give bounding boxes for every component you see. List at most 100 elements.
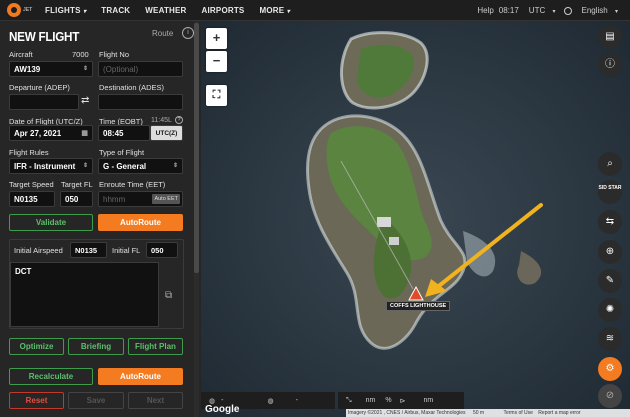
logo-icon bbox=[7, 3, 21, 17]
ruler-icon[interactable]: ✎ bbox=[598, 269, 622, 293]
unit-nm-2: nm bbox=[423, 397, 434, 404]
flightno-input[interactable]: (Optional) bbox=[98, 61, 183, 77]
ifl-label: Initial FL bbox=[112, 246, 141, 255]
top-right-controls: Help 08:17 UTC ▾ English ▾ bbox=[472, 0, 618, 21]
timezone-select[interactable]: UTC ▾ bbox=[524, 6, 556, 15]
app-logo[interactable]: JET bbox=[7, 3, 45, 17]
eet-input[interactable]: hhmm Auto EET bbox=[98, 191, 183, 207]
chevron-down-icon: ▾ bbox=[286, 8, 290, 15]
terms-link[interactable]: Terms of Use bbox=[503, 410, 532, 416]
help-link[interactable]: Help bbox=[477, 6, 493, 15]
route-textarea[interactable]: DCT bbox=[10, 262, 159, 327]
ades-input[interactable] bbox=[98, 94, 183, 110]
aircraft-label: Aircraft bbox=[9, 50, 33, 59]
settings-icon[interactable]: ⚙ bbox=[598, 357, 622, 381]
scrollbar-thumb[interactable] bbox=[194, 23, 199, 273]
info-icon[interactable]: i bbox=[182, 27, 194, 39]
rules-label: Flight Rules bbox=[9, 148, 49, 157]
zoom-in-button[interactable]: + bbox=[206, 28, 227, 49]
briefing-button[interactable]: Briefing bbox=[68, 338, 124, 355]
calendar-icon[interactable]: ▦ bbox=[81, 129, 88, 137]
auto-eet-button[interactable]: Auto EET bbox=[152, 194, 180, 204]
satellite-imagery bbox=[201, 21, 630, 417]
lighthouse-label[interactable]: COFFS LIGHTHOUSE bbox=[386, 301, 451, 311]
visibility-off-icon[interactable]: ⊘ bbox=[598, 384, 622, 408]
route-toggle-icon[interactable]: ⇆ bbox=[598, 210, 622, 234]
coord-dash-1: - bbox=[221, 397, 224, 404]
google-logo: Google bbox=[205, 404, 240, 415]
measure-icon[interactable]: ⤡ bbox=[346, 397, 352, 405]
nav-flights[interactable]: FLIGHTS ▾ bbox=[45, 6, 86, 15]
help-icon[interactable]: ? bbox=[175, 116, 183, 124]
autoroute-button[interactable]: AutoRoute bbox=[98, 214, 183, 231]
chevron-down-icon: ▾ bbox=[552, 9, 556, 15]
scale-bar: 50 m bbox=[472, 410, 485, 416]
date-input[interactable]: Apr 27, 2021 ▦ bbox=[9, 125, 93, 141]
aircraft-select[interactable]: AW139 bbox=[9, 61, 93, 77]
reset-button[interactable]: Reset bbox=[9, 392, 64, 409]
search-icon[interactable]: ⌕ bbox=[598, 152, 622, 176]
sid-star-button[interactable]: SID STAR bbox=[598, 180, 622, 204]
ades-label: Destination (ADES) bbox=[99, 83, 165, 92]
fl-input[interactable]: 050 bbox=[60, 191, 93, 207]
route-link[interactable]: Route bbox=[152, 29, 173, 38]
validate-button[interactable]: Validate bbox=[9, 214, 93, 231]
chevron-down-icon: ▾ bbox=[83, 8, 87, 15]
building-shape bbox=[389, 237, 399, 245]
next-button[interactable]: Next bbox=[128, 392, 183, 409]
speed-input[interactable]: N0135 bbox=[9, 191, 55, 207]
chevron-down-icon: ▾ bbox=[614, 9, 618, 15]
autoroute-button-2[interactable]: AutoRoute bbox=[98, 368, 183, 385]
map-bottom-bar-right: ⤡ nm % ⊳ nm bbox=[338, 392, 464, 409]
imagery-credit: Imagery ©2021 , CNES / Airbus, Maxar Tec… bbox=[348, 410, 466, 416]
logo-text: JET bbox=[23, 7, 33, 13]
layers-icon[interactable]: ≋ bbox=[598, 327, 622, 351]
time-input[interactable]: 08:45 bbox=[98, 125, 150, 141]
adep-label: Departure (ADEP) bbox=[9, 83, 70, 92]
speed-label: Target Speed bbox=[9, 180, 54, 189]
coord-dash-2: - bbox=[295, 397, 298, 404]
flightno-label: Flight No bbox=[99, 50, 130, 59]
flight-rules-select[interactable]: IFR - Instrument bbox=[9, 158, 93, 174]
globe-icon bbox=[563, 6, 572, 15]
timezone-toggle[interactable]: UTC(Z) bbox=[150, 125, 183, 141]
swap-icon[interactable]: ⇄ bbox=[81, 95, 89, 106]
map-view[interactable]: COFFS LIGHTHOUSE + − ⛶ bbox=[201, 21, 630, 417]
save-button[interactable]: Save bbox=[68, 392, 124, 409]
local-time: 11:45L bbox=[151, 117, 172, 124]
globe-icon[interactable]: ◍ bbox=[267, 397, 273, 405]
flight-type-select[interactable]: G - General bbox=[98, 158, 183, 174]
adep-input[interactable] bbox=[9, 94, 79, 110]
timezone-label: UTC bbox=[528, 6, 546, 15]
recalculate-button[interactable]: Recalculate bbox=[9, 368, 93, 385]
unit-nm: nm bbox=[365, 397, 376, 404]
nav-track[interactable]: TRACK bbox=[101, 6, 130, 15]
main-nav: FLIGHTS ▾ TRACK WEATHER AIRPORTS MORE ▾ bbox=[45, 6, 305, 15]
eet-label: Enroute Time (EET) bbox=[99, 180, 166, 189]
sun-icon[interactable]: ✺ bbox=[598, 298, 622, 322]
flight-plan-button[interactable]: Flight Plan bbox=[128, 338, 183, 355]
map-attribution: Imagery ©2021 , CNES / Airbus, Maxar Tec… bbox=[346, 409, 630, 417]
unit-percent: % bbox=[385, 397, 392, 404]
date-value: Apr 27, 2021 bbox=[14, 129, 62, 138]
nav-weather[interactable]: WEATHER bbox=[145, 6, 186, 15]
ifl-input[interactable]: 050 bbox=[146, 242, 178, 258]
flightno-placeholder: (Optional) bbox=[103, 65, 139, 74]
ias-input[interactable]: N0135 bbox=[70, 242, 107, 258]
nav-airports[interactable]: AIRPORTS bbox=[202, 6, 245, 15]
zoom-out-button[interactable]: − bbox=[206, 51, 227, 72]
nav-more[interactable]: MORE ▾ bbox=[259, 6, 289, 15]
report-error-link[interactable]: Report a map error bbox=[538, 410, 580, 416]
eet-placeholder: hhmm bbox=[103, 195, 126, 204]
fullscreen-button[interactable]: ⛶ bbox=[206, 85, 227, 106]
top-nav-bar: JET FLIGHTS ▾ TRACK WEATHER AIRPORTS MOR… bbox=[0, 0, 630, 21]
fuel-icon[interactable]: ⊳ bbox=[400, 397, 406, 405]
crosshair-icon[interactable]: ⊕ bbox=[598, 240, 622, 264]
panel-scrollbar[interactable] bbox=[194, 21, 199, 417]
optimize-button[interactable]: Optimize bbox=[9, 338, 64, 355]
map-route-icon[interactable]: ⧉ bbox=[165, 290, 172, 301]
aircraft-count: 7000 bbox=[72, 50, 89, 59]
info-circle-icon[interactable]: ⓘ bbox=[598, 53, 622, 77]
clipboard-icon[interactable]: ▤ bbox=[598, 25, 622, 49]
language-select[interactable]: English ▾ bbox=[577, 6, 619, 15]
